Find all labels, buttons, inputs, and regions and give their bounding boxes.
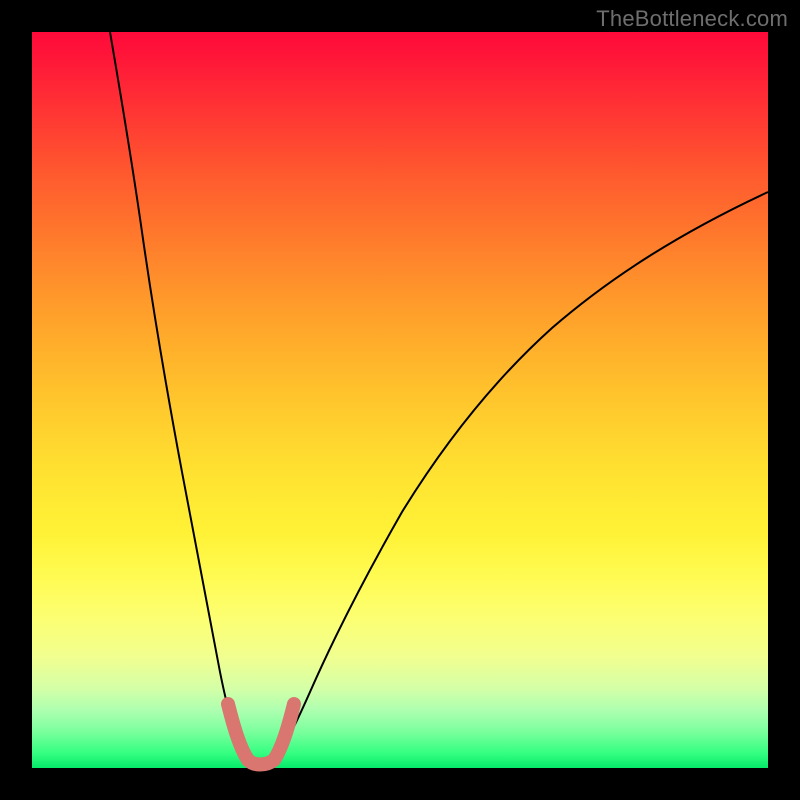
outer-frame: TheBottleneck.com xyxy=(0,0,800,800)
trough-highlight-path xyxy=(228,704,294,765)
curve-group xyxy=(110,32,768,765)
bottleneck-curve-svg xyxy=(32,32,768,768)
watermark-text: TheBottleneck.com xyxy=(596,6,788,32)
plot-area xyxy=(32,32,768,768)
curve-left-path xyxy=(110,32,250,763)
curve-right-path xyxy=(272,192,768,763)
